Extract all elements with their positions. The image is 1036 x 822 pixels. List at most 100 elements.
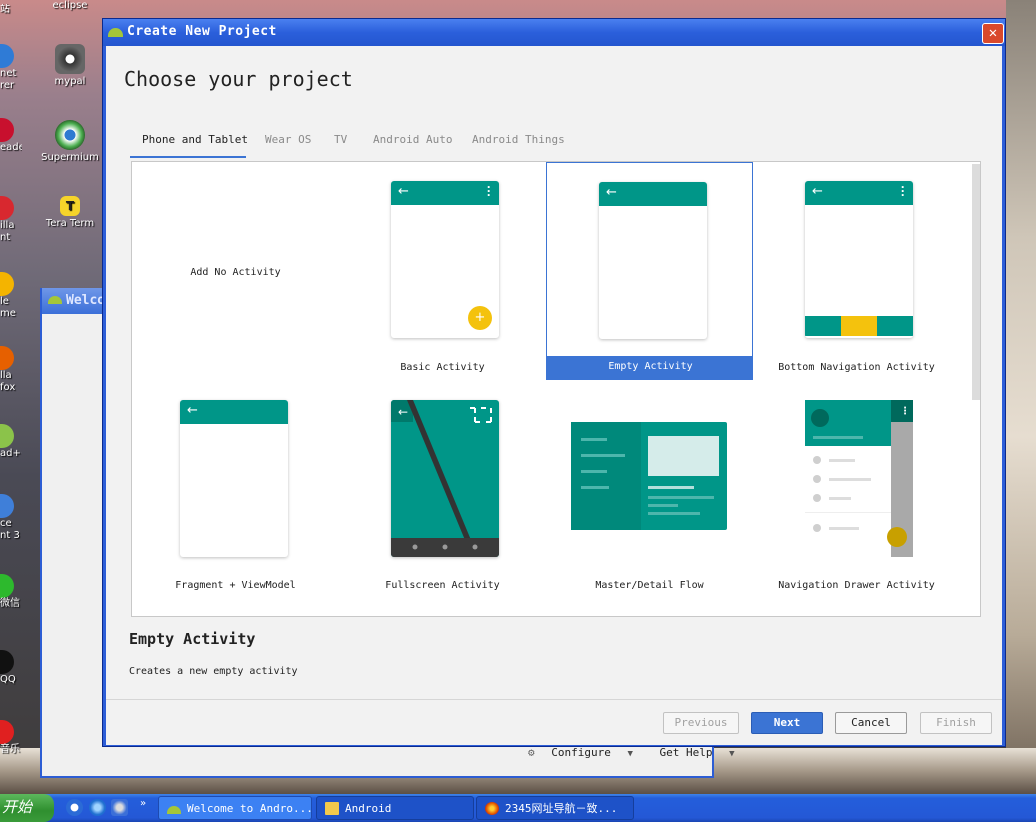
tab-android-auto[interactable]: Android Auto xyxy=(373,133,452,146)
desktop-icon-partial[interactable]: net rer xyxy=(0,44,22,92)
desktop-icon-partial[interactable]: ce nt 3 xyxy=(0,494,22,542)
android-icon xyxy=(167,806,181,814)
android-icon xyxy=(48,296,62,304)
template-label: Bottom Navigation Activity xyxy=(778,362,935,373)
taskbar-item-welcome[interactable]: Welcome to Andro... xyxy=(158,796,312,820)
folder-icon xyxy=(325,802,339,815)
desktop-icon-label: ce xyxy=(0,518,12,529)
desktop-icon-partial[interactable]: 音乐 xyxy=(0,720,22,756)
desktop-icon-partial[interactable]: le me xyxy=(0,272,22,320)
desktop-icon-label: eclipse xyxy=(52,0,88,11)
template-preview: ← · · · xyxy=(805,181,913,338)
chrome-icon xyxy=(0,272,14,296)
template-label: Fragment + ViewModel xyxy=(175,580,296,591)
dialog-titlebar[interactable]: Create New Project ✕ xyxy=(103,19,1005,46)
taskbar-item-browser[interactable]: 2345网址导航－致... xyxy=(476,796,634,820)
media-player-icon[interactable] xyxy=(66,799,83,816)
desktop-icon-label: le xyxy=(0,296,9,307)
tab-android-things[interactable]: Android Things xyxy=(472,133,565,146)
desktop-icon-label: lla xyxy=(0,370,12,381)
mypal-icon xyxy=(55,44,85,74)
template-fragment-viewmodel[interactable]: ← Fragment + ViewModel xyxy=(132,380,339,598)
chevron-down-icon: ▼ xyxy=(627,749,633,759)
master-detail-preview xyxy=(571,422,727,530)
tab-tv[interactable]: TV xyxy=(334,133,347,146)
quicklaunch-chevron-icon[interactable]: » xyxy=(140,798,146,809)
desktop-icon-partial[interactable]: illa nt xyxy=(0,196,22,244)
desktop-icon-tera-term[interactable]: T Tera Term xyxy=(40,196,100,230)
desktop-icon-label: 站 xyxy=(0,4,10,15)
desktop-icon-partial[interactable]: ad++ xyxy=(0,424,22,460)
description-title: Empty Activity xyxy=(129,630,256,648)
template-basic-activity[interactable]: ← · · · + Basic Activity xyxy=(339,162,546,380)
back-arrow-icon: ← xyxy=(398,184,409,199)
template-preview: ← xyxy=(180,400,288,557)
tera-term-icon: T xyxy=(60,196,80,216)
active-tab-indicator xyxy=(130,156,246,158)
divider xyxy=(106,699,1002,700)
get-help-menu[interactable]: Get Help ▼ xyxy=(660,746,745,759)
office-icon xyxy=(0,494,14,518)
desktop-icon-partial[interactable]: 微信 xyxy=(0,574,22,610)
nav-drawer-preview: ⋮ xyxy=(805,400,913,557)
desktop-icon-label: nt 3 xyxy=(0,530,20,541)
wechat-icon xyxy=(0,574,14,598)
supermium-icon xyxy=(55,120,85,150)
qq-icon xyxy=(0,650,14,674)
template-empty-activity[interactable]: ← Empty Activity xyxy=(546,162,753,380)
template-preview: ← xyxy=(391,400,499,557)
template-master-detail-flow[interactable]: Master/Detail Flow xyxy=(546,380,753,598)
wallpaper-building xyxy=(1006,0,1036,794)
next-button[interactable]: Next xyxy=(751,712,823,734)
template-fullscreen-activity[interactable]: ← Fullscreen Activity xyxy=(339,380,546,598)
desktop-icon-partial[interactable]: eader xyxy=(0,118,22,154)
finish-button[interactable]: Finish xyxy=(920,712,992,734)
desktop-icon-label: net xyxy=(0,68,17,79)
desktop-icon-label: ad++ xyxy=(0,448,22,459)
internet-explorer-icon xyxy=(0,44,14,68)
back-arrow-icon: ← xyxy=(606,185,617,200)
taskbar-item-android-folder[interactable]: Android xyxy=(316,796,474,820)
previous-button[interactable]: Previous xyxy=(663,712,739,734)
desktop-icon-label: Tera Term xyxy=(45,218,95,229)
svg-text:←: ← xyxy=(398,405,408,419)
desktop-icon-partial[interactable]: QQ xyxy=(0,650,22,686)
desktop-icon-eclipse[interactable]: eclipse xyxy=(40,0,100,12)
gear-icon: ⚙ xyxy=(528,746,535,759)
filezilla-icon xyxy=(0,196,14,220)
desktop-icon-label: QQ xyxy=(0,674,16,685)
android-icon xyxy=(108,28,123,37)
desktop-icon-label: mypal xyxy=(54,76,86,87)
desktop-icon-label: Supermium xyxy=(41,152,99,163)
taskbar-item-label: 2345网址导航－致... xyxy=(505,802,618,815)
desktop-icon-label: fox xyxy=(0,382,16,393)
cancel-button[interactable]: Cancel xyxy=(835,712,907,734)
desktop-icon-supermium[interactable]: Supermium xyxy=(40,120,100,164)
template-bottom-navigation-activity[interactable]: ← · · · Bottom Navigation Activity xyxy=(753,162,960,380)
desktop-icon-partial[interactable]: 站 xyxy=(0,4,22,16)
back-arrow-icon: ← xyxy=(187,403,198,418)
desktop-icon-mypal[interactable]: mypal xyxy=(40,44,100,88)
template-preview: ← · · · + xyxy=(391,181,499,338)
bottom-nav-bar xyxy=(805,316,913,336)
desktop-icon-partial[interactable]: lla fox xyxy=(0,346,22,394)
internet-explorer-icon[interactable] xyxy=(89,799,106,816)
template-label: Fullscreen Activity xyxy=(385,580,500,591)
tab-wear-os[interactable]: Wear OS xyxy=(265,133,311,146)
tab-phone-and-tablet[interactable]: Phone and Tablet xyxy=(142,133,248,146)
close-button[interactable]: ✕ xyxy=(982,23,1004,44)
desktop-icon-label: 音乐 xyxy=(0,744,20,755)
template-add-no-activity[interactable]: Add No Activity xyxy=(132,162,339,380)
configure-menu[interactable]: ⚙ Configure ▼ xyxy=(528,746,643,759)
configure-label: Configure xyxy=(551,746,611,759)
start-button[interactable]: 开始 xyxy=(0,794,54,822)
show-desktop-icon[interactable] xyxy=(111,799,128,816)
scrollbar[interactable] xyxy=(972,164,980,400)
taskbar-item-label: Android xyxy=(345,802,392,815)
firefox-icon xyxy=(0,346,14,370)
template-label: Add No Activity xyxy=(190,267,281,278)
create-project-dialog[interactable]: Create New Project ✕ Choose your project… xyxy=(102,18,1006,747)
welcome-title: Welco xyxy=(66,293,106,308)
template-label: Empty Activity xyxy=(608,361,693,372)
template-navigation-drawer-activity[interactable]: ⋮ Navigation Drawer Activity xyxy=(753,380,960,598)
